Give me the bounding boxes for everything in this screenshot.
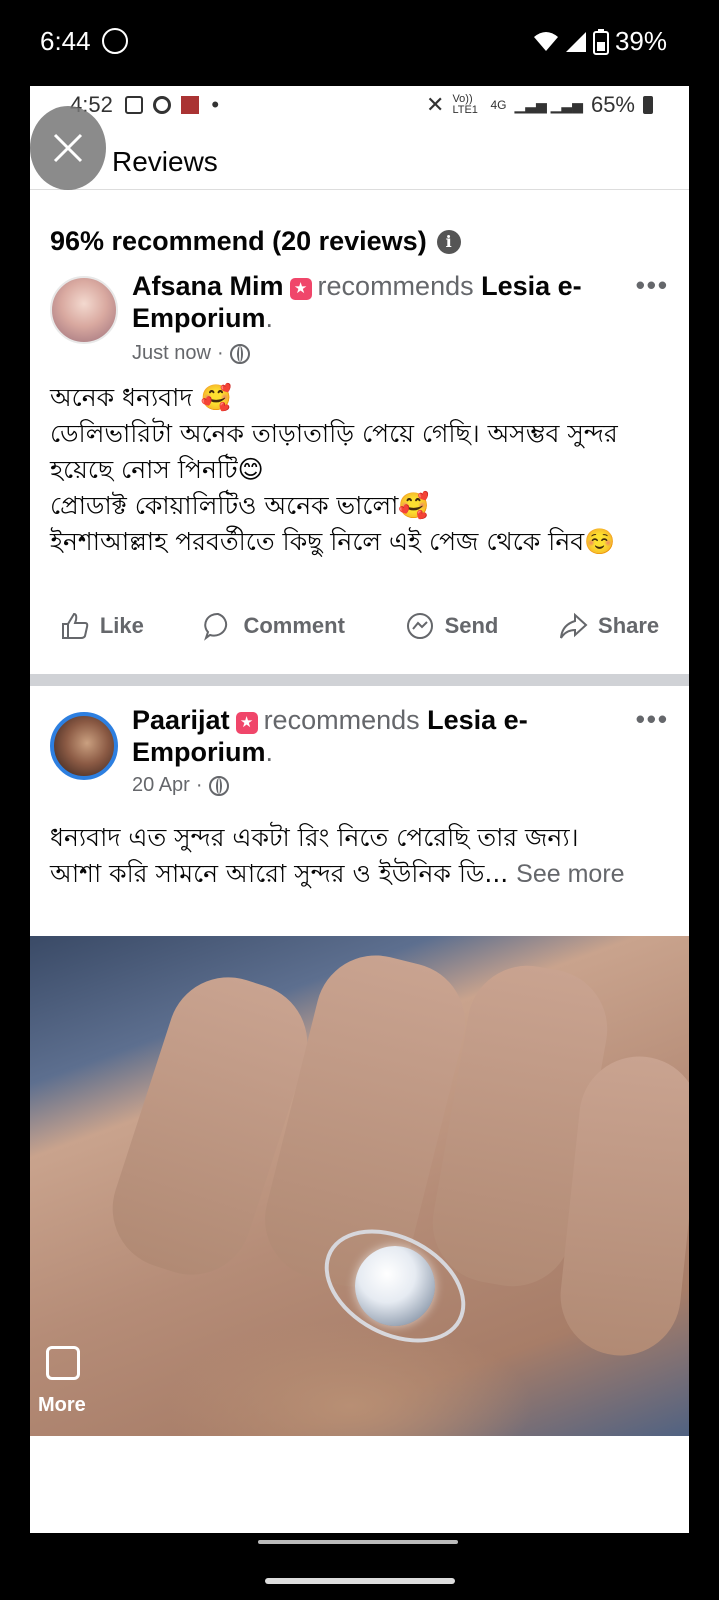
signal-bars-icon: ▁▃▅ ▁▃▅ <box>514 96 583 113</box>
recommend-star-icon: ★ <box>235 712 258 734</box>
recommends-label: recommends <box>317 271 474 301</box>
screenshot-frame: 4:52 • ✕ Vo)) LTE1 4G ▁▃▅ ▁▃▅ 65% Review… <box>30 86 689 1533</box>
section-divider <box>30 674 689 686</box>
review-heading: Afsana Mim ★ recommends Lesia e-Emporium. <box>132 271 582 333</box>
dnd-icon <box>101 28 128 54</box>
gesture-nav-handle[interactable] <box>265 1578 455 1584</box>
close-button[interactable] <box>30 106 106 190</box>
review-line: প্রোডাক্ট কোয়ালিটিও অনেক ভালো🥰 <box>50 491 430 520</box>
review-meta: Just now · <box>132 342 250 365</box>
review-heading: Paarijat ★ recommends Lesia e-Emporium. <box>132 705 528 767</box>
review-line: হয়েছে নোস পিনটি😊 <box>50 455 264 484</box>
avatar[interactable] <box>50 276 118 344</box>
inner-status-bar: 4:52 • ✕ Vo)) LTE1 4G ▁▃▅ ▁▃▅ 65% <box>30 86 689 126</box>
like-label: Like <box>99 613 144 638</box>
volte-label: Vo)) LTE1 <box>452 93 478 116</box>
action-bar: Like Comment Send Share <box>30 596 689 656</box>
inner-battery-icon <box>643 96 653 114</box>
frame-handle <box>258 1540 458 1544</box>
recommend-summary-text: 96% recommend (20 reviews) <box>50 226 427 256</box>
review-line: ডেলিভারিটা অনেক তাড়াতাড়ি পেয়ে গেছি। অ… <box>50 419 618 448</box>
review-time[interactable]: Just now <box>132 342 211 365</box>
review-card: Paarijat ★ recommends Lesia e-Emporium. ••… <box>30 686 689 1436</box>
diamond <box>355 1246 435 1326</box>
mute-icon: ✕ <box>426 92 445 117</box>
globe-icon <box>229 343 250 364</box>
share-label: Share <box>598 613 660 638</box>
share-icon <box>560 612 588 639</box>
review-text: ধন্যবাদ এত সুন্দর একটা রিং নিতে পেরেছি ত… <box>50 820 670 892</box>
globe-icon <box>208 775 229 796</box>
comment-icon <box>204 612 228 641</box>
external-link-icon <box>46 1346 80 1380</box>
device-clock: 6:44 <box>40 26 128 57</box>
review-line: আশা করি সামনে আরো সুন্দর ও ইউনিক ডি... S… <box>50 856 670 892</box>
close-icon <box>53 133 83 163</box>
info-icon[interactable]: i <box>436 229 461 254</box>
device-status-bar: 6:44 39% <box>0 0 719 86</box>
wifi-icon <box>533 31 558 51</box>
device-time: 6:44 <box>40 26 91 56</box>
review-text: অনেক ধন্যবাদ 🥰 ডেলিভারিটা অনেক তাড়াতাড়… <box>50 380 670 560</box>
inner-status-icons: ✕ Vo)) LTE1 4G ▁▃▅ ▁▃▅ 65% <box>426 92 653 118</box>
review-line: ইনশাআল্লাহ পরবর্তীতে কিছু নিলে এই পেজ থে… <box>50 527 616 556</box>
settings-icon <box>153 96 172 114</box>
review-line-text: আশা করি সামনে আরো সুন্দর ও ইউনিক ডি... <box>50 859 509 888</box>
reviews-header: Reviews <box>30 126 689 190</box>
see-more-link[interactable]: See more <box>516 860 624 888</box>
more-label: More <box>38 1394 86 1416</box>
review-line: অনেক ধন্যবাদ 🥰 <box>50 383 232 412</box>
inner-clock: 4:52 • <box>70 92 219 118</box>
send-label: Send <box>444 613 499 638</box>
recommends-label: recommends <box>263 705 420 735</box>
like-button[interactable]: Like <box>60 611 144 641</box>
gallery-icon <box>124 96 143 114</box>
signal-icon <box>565 31 586 52</box>
battery-icon <box>592 28 609 55</box>
messenger-icon <box>406 613 433 639</box>
review-photo[interactable]: More <box>30 936 689 1436</box>
recommend-summary: 96% recommend (20 reviews) i <box>50 226 461 257</box>
app-icon <box>181 96 200 114</box>
review-line: ধন্যবাদ এত সুন্দর একটা রিং নিতে পেরেছি ত… <box>50 823 579 852</box>
send-button[interactable]: Send <box>405 611 499 641</box>
device-status-icons: 39% <box>533 26 667 57</box>
more-overlay[interactable]: More <box>38 1346 98 1417</box>
avatar[interactable] <box>50 712 118 780</box>
review-meta: 20 Apr · <box>132 774 229 797</box>
network-gen: 4G <box>490 98 507 112</box>
share-button[interactable]: Share <box>558 611 659 641</box>
battery-percent: 39% <box>614 26 667 56</box>
comment-label: Comment <box>243 613 345 638</box>
reviewer-name[interactable]: Afsana Mim <box>132 271 284 301</box>
comment-button[interactable]: Comment <box>203 611 345 641</box>
review-time[interactable]: 20 Apr <box>132 774 190 797</box>
thumbs-up-icon <box>61 612 89 639</box>
reviewer-name[interactable]: Paarijat <box>132 705 230 735</box>
more-options-icon[interactable]: ••• <box>636 704 669 735</box>
page-title: Reviews <box>112 146 218 177</box>
recommend-star-icon: ★ <box>289 278 312 300</box>
more-options-icon[interactable]: ••• <box>636 270 669 301</box>
inner-battery-percent: 65% <box>590 92 635 117</box>
dot-icon: • <box>211 92 220 117</box>
